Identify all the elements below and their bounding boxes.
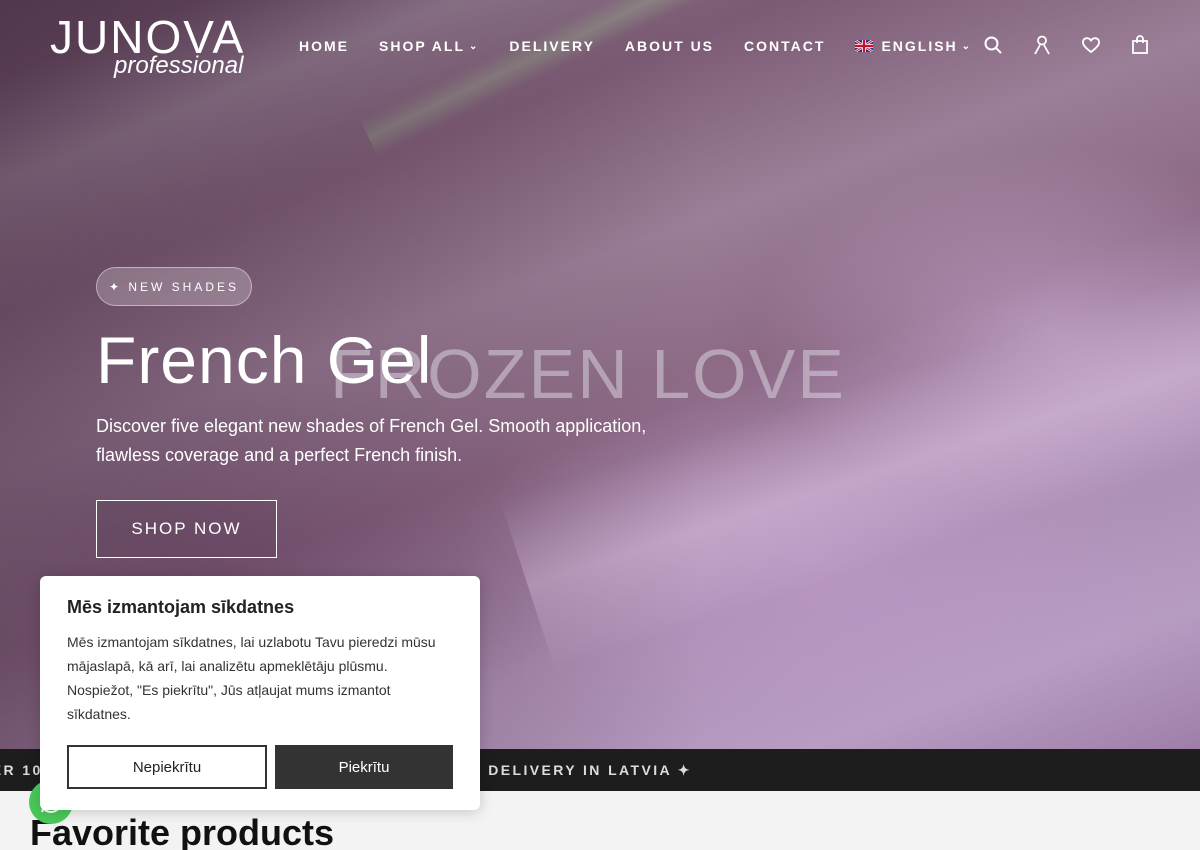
- logo[interactable]: JUNOVA professional: [50, 14, 260, 84]
- favorite-products-heading: Favorite products: [30, 812, 335, 850]
- hero-title: French Gel: [96, 323, 433, 397]
- site-header: JUNOVA professional HOME SHOP ALL ⌄ DELI…: [0, 0, 1200, 92]
- shop-now-button[interactable]: SHOP NOW: [96, 500, 277, 558]
- language-label: ENGLISH: [881, 38, 958, 54]
- search-icon[interactable]: [982, 33, 1004, 57]
- nav-about-us[interactable]: ABOUT US: [625, 38, 714, 54]
- nav-home[interactable]: HOME: [299, 38, 349, 54]
- hero-description: Discover five elegant new shades of Fren…: [96, 416, 647, 465]
- cookie-accept-button[interactable]: Piekrītu: [275, 745, 453, 789]
- account-icon[interactable]: [1031, 33, 1053, 57]
- cookie-decline-button[interactable]: Nepiekrītu: [67, 745, 267, 789]
- nav-contact[interactable]: CONTACT: [744, 38, 825, 54]
- cookie-buttons: Nepiekrītu Piekrītu: [67, 745, 453, 789]
- cookie-body: Mēs izmantojam sīkdatnes, lai uzlabotu T…: [67, 634, 436, 722]
- wishlist-heart-icon[interactable]: [1080, 33, 1102, 57]
- cookie-consent-dialog: Mēs izmantojam sīkdatnes Mēs izmantojam …: [40, 576, 480, 810]
- nav-shop-all-label: SHOP ALL: [379, 38, 466, 54]
- nav-delivery[interactable]: DELIVERY: [509, 38, 595, 54]
- chevron-down-icon: ⌄: [469, 40, 480, 52]
- cart-bag-icon[interactable]: [1129, 33, 1151, 57]
- chevron-down-icon: ⌄: [961, 40, 973, 52]
- nav-shop-all[interactable]: SHOP ALL ⌄: [379, 38, 479, 54]
- main-nav: HOME SHOP ALL ⌄ DELIVERY ABOUT US CONTAC…: [299, 38, 1002, 54]
- cookie-title: Mēs izmantojam sīkdatnes: [67, 597, 295, 617]
- new-shades-badge: ✦ NEW SHADES: [96, 267, 252, 306]
- header-icons: [982, 33, 1151, 57]
- uk-flag-icon: [855, 40, 874, 52]
- language-switcher[interactable]: ENGLISH ⌄: [855, 38, 972, 54]
- logo-subtitle: professional: [114, 52, 244, 79]
